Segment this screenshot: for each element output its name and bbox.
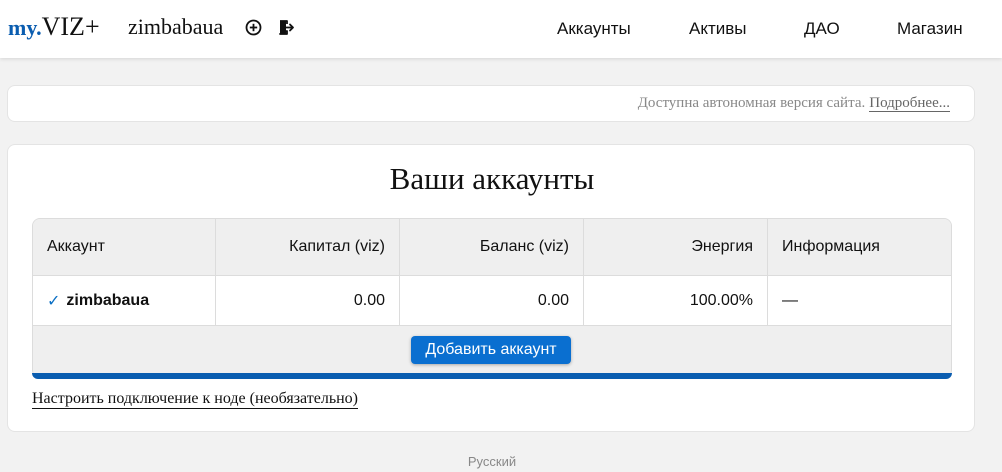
table-row[interactable]: ✓ zimbabaua 0.00 0.00 100.00% — bbox=[33, 276, 951, 326]
info-cell: — bbox=[782, 291, 798, 309]
energy-cell: 100.00% bbox=[584, 276, 768, 325]
nav-assets[interactable]: Активы bbox=[689, 0, 747, 58]
balance-cell: 0.00 bbox=[400, 276, 584, 325]
offline-notice: Доступна автономная версия сайта. Подробн… bbox=[7, 85, 975, 122]
checkmark-icon: ✓ bbox=[47, 292, 61, 310]
language-selector[interactable]: Русский bbox=[0, 454, 984, 469]
column-header-balance: Баланс (viz) bbox=[400, 219, 584, 275]
nav-dao[interactable]: ДАО bbox=[804, 0, 840, 58]
page-title: Ваши аккаунты bbox=[389, 161, 595, 196]
notice-content: Доступна автономная версия сайта. Подробн… bbox=[638, 95, 950, 112]
nav-accounts[interactable]: Аккаунты bbox=[557, 0, 631, 58]
add-account-button[interactable]: Добавить аккаунт bbox=[411, 336, 571, 364]
logo-my: my. bbox=[8, 15, 42, 40]
node-settings-link[interactable]: Настроить подключение к ноде (необязател… bbox=[32, 390, 358, 409]
logo-viz: VIZ+ bbox=[41, 12, 100, 41]
top-header: my.VIZ+ zimbabaua Аккаунты Активы ДАО Ма… bbox=[0, 0, 1002, 58]
notice-text: Доступна автономная версия сайта. bbox=[637, 95, 866, 111]
nav-shop[interactable]: Магазин bbox=[897, 0, 963, 58]
add-circle-icon[interactable] bbox=[245, 19, 262, 36]
notice-more-link[interactable]: Подробнее... bbox=[869, 95, 950, 112]
account-cell[interactable]: ✓ zimbabaua bbox=[33, 276, 216, 325]
capital-cell: 0.00 bbox=[216, 276, 400, 325]
column-header-account: Аккаунт bbox=[33, 219, 216, 275]
column-header-capital: Капитал (viz) bbox=[216, 219, 400, 275]
accounts-card: Ваши аккаунты Аккаунт Капитал (viz) Бала… bbox=[7, 144, 975, 432]
account-name[interactable]: zimbabaua bbox=[66, 292, 149, 310]
column-header-energy: Энергия bbox=[584, 219, 768, 275]
accounts-table: Аккаунт Капитал (viz) Баланс (viz) Энерг… bbox=[32, 218, 952, 378]
table-accent-bar bbox=[32, 373, 952, 379]
current-username[interactable]: zimbabaua bbox=[128, 14, 223, 40]
site-logo[interactable]: my.VIZ+ bbox=[8, 12, 100, 43]
column-header-info: Информация bbox=[782, 238, 880, 255]
table-header-row: Аккаунт Капитал (viz) Баланс (viz) Энерг… bbox=[33, 219, 951, 276]
logout-icon[interactable] bbox=[278, 19, 295, 36]
